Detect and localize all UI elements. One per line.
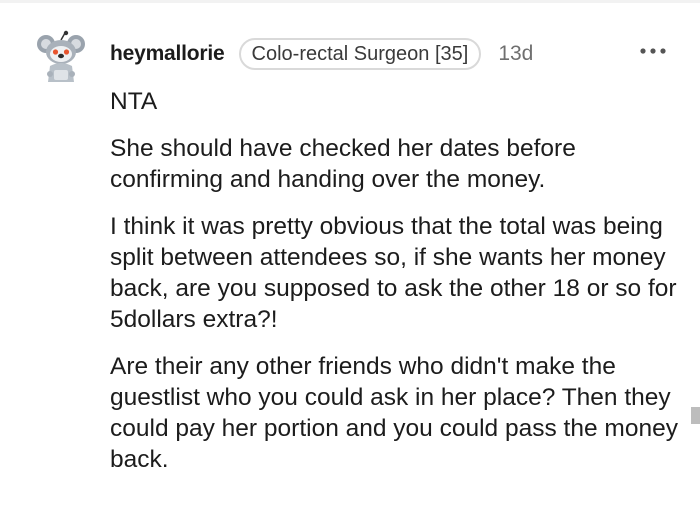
top-divider [0,0,700,3]
comment-view: heymallorie Colo-rectal Surgeon [35] 13d… [0,0,700,511]
comment-header: heymallorie Colo-rectal Surgeon [35] 13d [110,36,533,72]
comment-body: NTA She should have checked her dates be… [110,86,688,491]
username-link[interactable]: heymallorie [110,42,225,66]
comment-verdict: NTA [110,88,158,115]
more-options-icon [640,48,666,54]
comment-paragraph: She should have checked her dates before… [110,135,576,193]
comment-timestamp: 13d [498,42,534,65]
user-flair-badge: Colo-rectal Surgeon [35] [238,38,482,70]
comment-paragraph: I think it was pretty obvious that the t… [110,213,677,333]
koala-avatar-icon [37,30,85,82]
more-options-button[interactable] [636,38,670,64]
scrollbar-thumb[interactable] [691,407,700,424]
comment-paragraph: Are their any other friends who didn't m… [110,353,678,473]
user-avatar[interactable] [34,30,88,84]
